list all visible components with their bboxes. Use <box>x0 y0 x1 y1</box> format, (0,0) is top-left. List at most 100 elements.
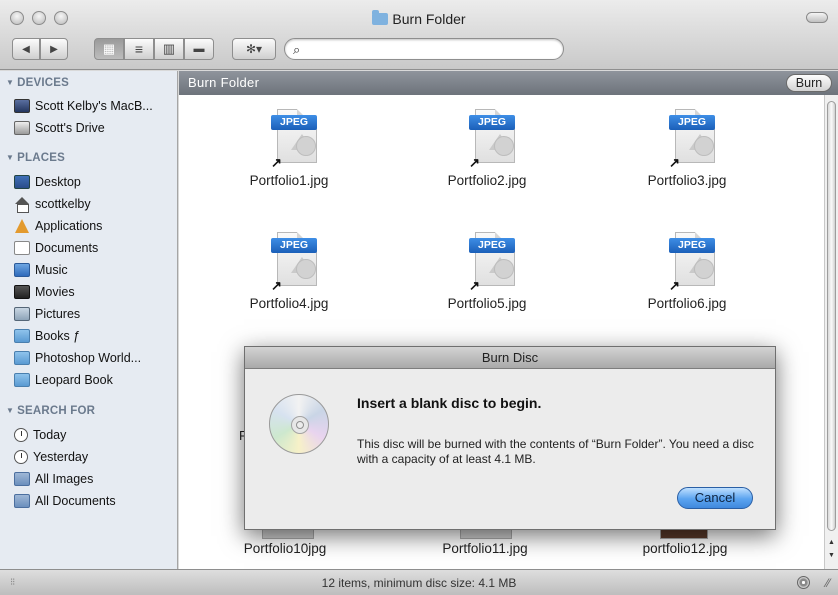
sidebar-item-documents[interactable]: Documents <box>14 238 174 258</box>
back-button[interactable]: ◀ <box>12 38 40 60</box>
alias-arrow-icon: ↗ <box>271 278 282 293</box>
sidebar-item-label: All Images <box>35 472 94 486</box>
file-name: Portfolio2.jpg <box>447 173 527 188</box>
documents-icon <box>14 241 30 255</box>
sidebar-item-yesterday[interactable]: Yesterday <box>14 447 174 467</box>
sidebar-section-places[interactable]: ▼ PLACES <box>6 152 65 164</box>
sidebar-section-search-for[interactable]: ▼ SEARCH FOR <box>6 405 95 417</box>
file-name: portfolio12.jpg <box>642 541 728 556</box>
cancel-button[interactable]: Cancel <box>677 487 753 509</box>
cover-flow-view-button[interactable]: ▬ <box>184 38 214 60</box>
file-item-portfolio3[interactable]: JPEG ↗ Portfolio3.jpg <box>627 107 747 207</box>
sidebar-item-all-images[interactable]: All Images <box>14 469 174 489</box>
desktop-icon <box>14 175 30 189</box>
laptop-icon <box>14 99 30 113</box>
column-view-icon: ▥ <box>162 41 176 56</box>
file-item-portfolio2[interactable]: JPEG ↗ Portfolio2.jpg <box>427 107 547 207</box>
alias-arrow-icon: ↗ <box>669 278 680 293</box>
sidebar-section-devices[interactable]: ▼ DEVICES <box>6 77 69 89</box>
sidebar-item-today[interactable]: Today <box>14 425 174 445</box>
file-item-portfolio5[interactable]: JPEG ↗ Portfolio5.jpg <box>427 230 547 330</box>
disclosure-triangle-icon[interactable]: ▼ <box>6 406 14 415</box>
sidebar-item-photoshop-world[interactable]: Photoshop World... <box>14 348 174 368</box>
file-name: Portfolio4.jpg <box>249 296 329 311</box>
jpeg-badge: JPEG <box>669 238 715 253</box>
jpeg-badge: JPEG <box>469 238 515 253</box>
file-name: Portfolio10jpg <box>243 541 327 556</box>
folder-icon <box>14 373 30 387</box>
file-item-portfolio6[interactable]: JPEG ↗ Portfolio6.jpg <box>627 230 747 330</box>
window-title-text: Burn Folder <box>392 11 466 27</box>
action-menu-button[interactable]: ✻▾ <box>232 38 276 60</box>
icon-view-icon: ▦ <box>102 41 116 56</box>
file-name: Portfolio6.jpg <box>647 296 727 311</box>
smart-folder-icon <box>14 472 30 486</box>
burn-disc-dialog: Burn Disc Insert a blank disc to begin. … <box>244 346 776 530</box>
dialog-title: Burn Disc <box>245 347 775 369</box>
search-input[interactable] <box>309 41 554 57</box>
file-name: Portfolio5.jpg <box>447 296 527 311</box>
sidebar-item-scottkelby[interactable]: scottkelby <box>14 194 174 214</box>
search-icon: ⌕ <box>293 42 301 57</box>
clock-icon <box>14 428 28 442</box>
file-name: Portfolio11.jpg <box>442 541 528 556</box>
gear-icon: ✻▾ <box>245 42 263 56</box>
movies-icon <box>14 285 30 299</box>
cover-flow-icon: ▬ <box>193 43 205 55</box>
sidebar-item-label: Scott Kelby's MacB... <box>35 99 153 113</box>
list-view-button[interactable]: ≡ <box>124 38 154 60</box>
sidebar-item-macbook[interactable]: Scott Kelby's MacB... <box>14 96 174 116</box>
vertical-scrollbar[interactable]: ▲ ▼ <box>824 95 838 569</box>
sidebar-item-label: Applications <box>35 219 103 233</box>
status-text: 12 items, minimum disc size: 4.1 MB <box>321 576 517 590</box>
burn-disc-icon <box>797 576 810 589</box>
forward-button[interactable]: ▶ <box>40 38 68 60</box>
sidebar-item-applications[interactable]: Applications <box>14 216 174 236</box>
burn-button[interactable]: Burn <box>786 74 832 92</box>
search-field[interactable]: ⌕ <box>284 38 564 60</box>
alias-arrow-icon: ↗ <box>669 155 680 170</box>
list-view-icon: ≡ <box>134 41 144 57</box>
window-titlebar: Burn Folder ◀ ▶ ▦ ≡ ▥ ▬ ✻▾ ⌕ <box>0 0 838 70</box>
folder-icon <box>14 329 30 343</box>
icon-view-button[interactable]: ▦ <box>94 38 124 60</box>
jpeg-badge: JPEG <box>669 115 715 130</box>
sidebar: ▼ DEVICES Scott Kelby's MacB... Scott's D… <box>0 71 178 569</box>
file-item-portfolio1[interactable]: JPEG ↗ Portfolio1.jpg <box>229 107 349 207</box>
sidebar-item-all-documents[interactable]: All Documents <box>14 491 174 511</box>
sidebar-item-label: Scott's Drive <box>35 121 105 135</box>
column-view-button[interactable]: ▥ <box>154 38 184 60</box>
scroll-down-arrow-icon[interactable]: ▼ <box>828 552 835 559</box>
sidebar-item-desktop[interactable]: Desktop <box>14 172 174 192</box>
sidebar-item-label: Yesterday <box>33 450 89 464</box>
sidebar-item-label: All Documents <box>35 494 116 508</box>
jpeg-badge: JPEG <box>469 115 515 130</box>
disclosure-triangle-icon[interactable]: ▼ <box>6 153 14 162</box>
sidebar-item-label: Desktop <box>35 175 81 189</box>
pictures-icon <box>14 307 30 321</box>
music-icon <box>14 263 30 277</box>
scroll-up-arrow-icon[interactable]: ▲ <box>828 539 835 546</box>
sidebar-item-label: Music <box>35 263 68 277</box>
sidebar-item-label: Movies <box>35 285 75 299</box>
window-resize-grip-icon[interactable]: ⁄⁄ <box>826 576 830 590</box>
sidebar-item-pictures[interactable]: Pictures <box>14 304 174 324</box>
sidebar-item-scotts-drive[interactable]: Scott's Drive <box>14 118 174 138</box>
sidebar-item-label: Photoshop World... <box>35 351 142 365</box>
sidebar-item-label: Documents <box>35 241 99 255</box>
window-title: Burn Folder <box>0 10 838 27</box>
sidebar-item-movies[interactable]: Movies <box>14 282 174 302</box>
scrollbar-thumb[interactable] <box>827 101 836 531</box>
sidebar-item-music[interactable]: Music <box>14 260 174 280</box>
folder-icon <box>14 351 30 365</box>
sidebar-item-leopard-book[interactable]: Leopard Book <box>14 370 174 390</box>
toolbar-toggle-button[interactable] <box>806 12 828 23</box>
back-arrow-icon: ◀ <box>22 43 30 55</box>
sidebar-item-books[interactable]: Books ƒ <box>14 326 174 346</box>
sidebar-item-label: Books ƒ <box>35 329 81 343</box>
disclosure-triangle-icon[interactable]: ▼ <box>6 78 14 87</box>
file-item-portfolio4[interactable]: JPEG ↗ Portfolio4.jpg <box>229 230 349 330</box>
smart-folder-icon <box>14 494 30 508</box>
section-title: SEARCH FOR <box>17 405 96 417</box>
jpeg-badge: JPEG <box>271 238 317 253</box>
